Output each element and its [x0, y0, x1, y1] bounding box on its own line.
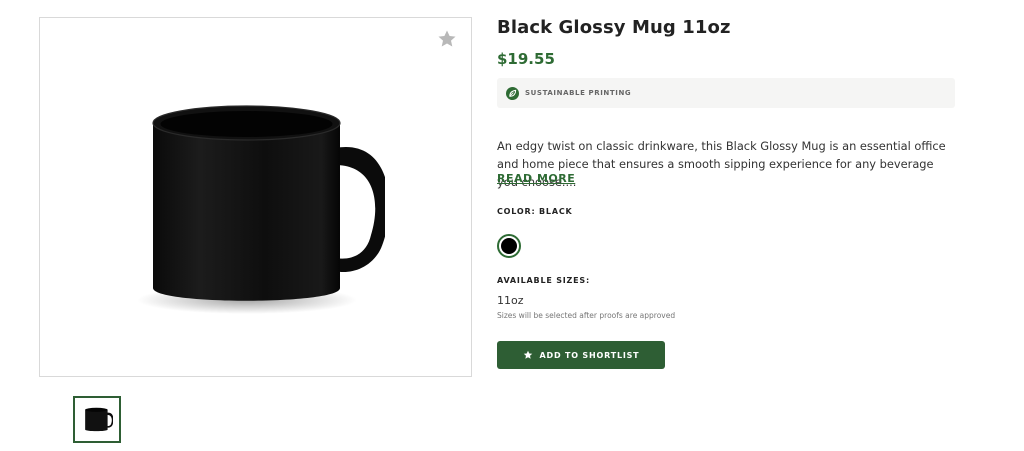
read-more-link[interactable]: READ MORE — [497, 172, 575, 185]
available-sizes-label: AVAILABLE SIZES: — [497, 276, 590, 285]
color-label: COLOR: BLACK — [497, 207, 573, 216]
sustainable-printing-badge: SUSTAINABLE PRINTING — [497, 78, 955, 108]
add-to-shortlist-button[interactable]: ADD TO SHORTLIST — [497, 341, 665, 369]
favorite-star-icon[interactable] — [437, 29, 457, 49]
size-value: 11oz — [497, 294, 524, 307]
color-swatch-black[interactable] — [497, 234, 521, 258]
badge-label: SUSTAINABLE PRINTING — [525, 89, 632, 97]
leaf-icon — [506, 86, 519, 100]
product-price: $19.55 — [497, 50, 555, 68]
star-icon — [523, 350, 533, 360]
size-note: Sizes will be selected after proofs are … — [497, 311, 676, 320]
product-main-image — [39, 17, 472, 377]
mug-image — [137, 105, 385, 314]
product-thumbnail[interactable] — [73, 396, 121, 443]
product-title: Black Glossy Mug 11oz — [497, 17, 731, 38]
color-swatch-dot — [501, 238, 517, 254]
mug-thumbnail-image — [85, 407, 113, 432]
product-page: Black Glossy Mug 11oz $19.55 SUSTAINABLE… — [0, 0, 1024, 451]
add-to-shortlist-label: ADD TO SHORTLIST — [539, 350, 640, 360]
